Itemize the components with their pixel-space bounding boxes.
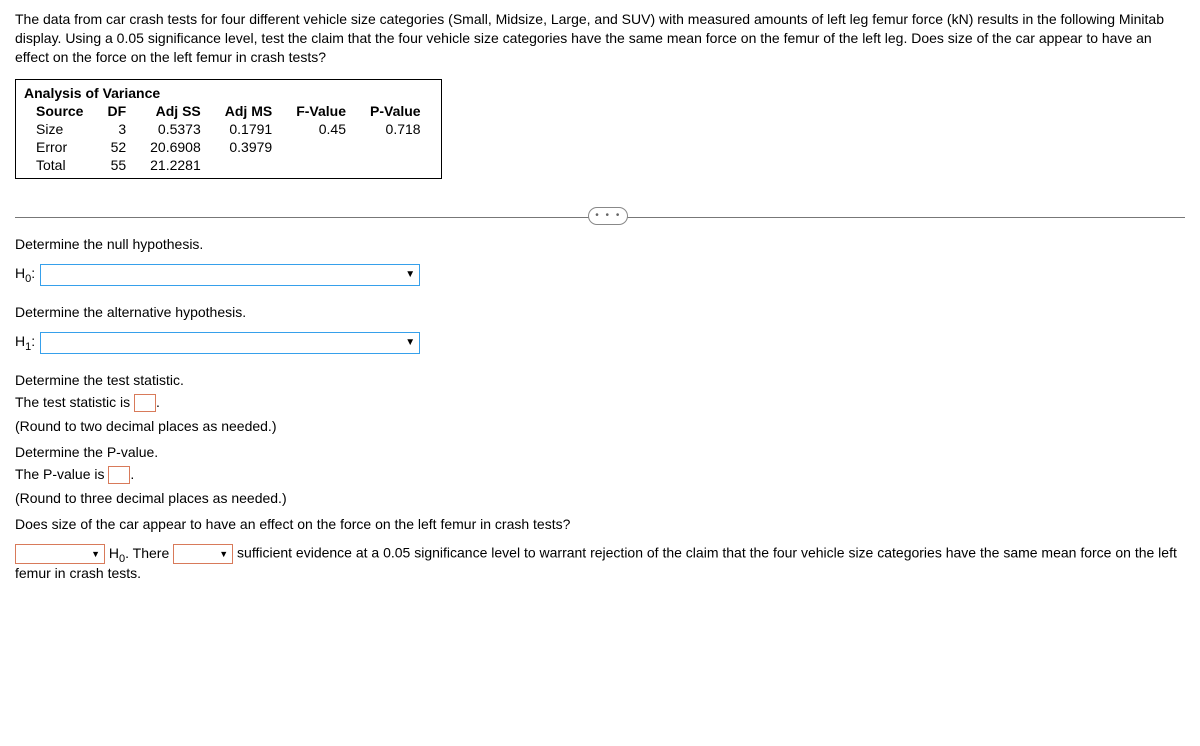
conclusion-select-1[interactable]: ▼ <box>15 544 105 564</box>
conclusion-select-2[interactable]: ▼ <box>173 544 233 564</box>
cell <box>358 138 433 156</box>
anova-title: Analysis of Variance <box>24 84 433 102</box>
test-stat-text: The test statistic is <box>15 394 134 410</box>
period: . <box>130 466 134 482</box>
cell: 52 <box>95 138 138 156</box>
cell: 20.6908 <box>138 138 213 156</box>
table-row: Total 55 21.2281 <box>24 156 433 174</box>
cell: Size <box>24 120 95 138</box>
cell: 0.1791 <box>213 120 284 138</box>
cell: 3 <box>95 120 138 138</box>
chevron-down-icon: ▼ <box>405 337 415 348</box>
h0-select[interactable]: ▼ <box>40 264 420 286</box>
col-df: DF <box>95 102 138 120</box>
chevron-down-icon: ▼ <box>219 549 228 559</box>
cell: 55 <box>95 156 138 174</box>
null-hyp-label: Determine the null hypothesis. <box>15 236 1185 252</box>
cell: Total <box>24 156 95 174</box>
pval-hint: (Round to three decimal places as needed… <box>15 490 1185 506</box>
question-text: The data from car crash tests for four d… <box>15 10 1185 67</box>
pval-text: The P-value is <box>15 466 108 482</box>
cell: 0.718 <box>358 120 433 138</box>
alt-hyp-label: Determine the alternative hypothesis. <box>15 304 1185 320</box>
cell <box>284 156 358 174</box>
divider: • • • <box>15 207 1185 208</box>
cell: 0.3979 <box>213 138 284 156</box>
pval-label: Determine the P-value. <box>15 444 1185 460</box>
table-row: Error 52 20.6908 0.3979 <box>24 138 433 156</box>
cell: Error <box>24 138 95 156</box>
expand-button[interactable]: • • • <box>588 207 628 225</box>
cell <box>284 138 358 156</box>
cell <box>213 156 284 174</box>
period: . <box>156 394 160 410</box>
table-row: Size 3 0.5373 0.1791 0.45 0.718 <box>24 120 433 138</box>
test-stat-input[interactable] <box>134 394 156 412</box>
cell: 21.2281 <box>138 156 213 174</box>
conclusion-question: Does size of the car appear to have an e… <box>15 516 1185 532</box>
col-adjms: Adj MS <box>213 102 284 120</box>
col-fvalue: F-Value <box>284 102 358 120</box>
col-adjss: Adj SS <box>138 102 213 120</box>
col-source: Source <box>24 102 95 120</box>
pval-input[interactable] <box>108 466 130 484</box>
h1-label: H1: <box>15 333 35 353</box>
cell: 0.5373 <box>138 120 213 138</box>
chevron-down-icon: ▼ <box>91 549 100 559</box>
h0-label: H0: <box>15 265 35 285</box>
cell: 0.45 <box>284 120 358 138</box>
chevron-down-icon: ▼ <box>405 269 415 280</box>
test-stat-label: Determine the test statistic. <box>15 372 1185 388</box>
cell <box>358 156 433 174</box>
test-stat-hint: (Round to two decimal places as needed.) <box>15 418 1185 434</box>
anova-table: Analysis of Variance Source DF Adj SS Ad… <box>15 79 442 179</box>
h1-select[interactable]: ▼ <box>40 332 420 354</box>
col-pvalue: P-Value <box>358 102 433 120</box>
conc-text-1: H0. There <box>109 545 173 561</box>
